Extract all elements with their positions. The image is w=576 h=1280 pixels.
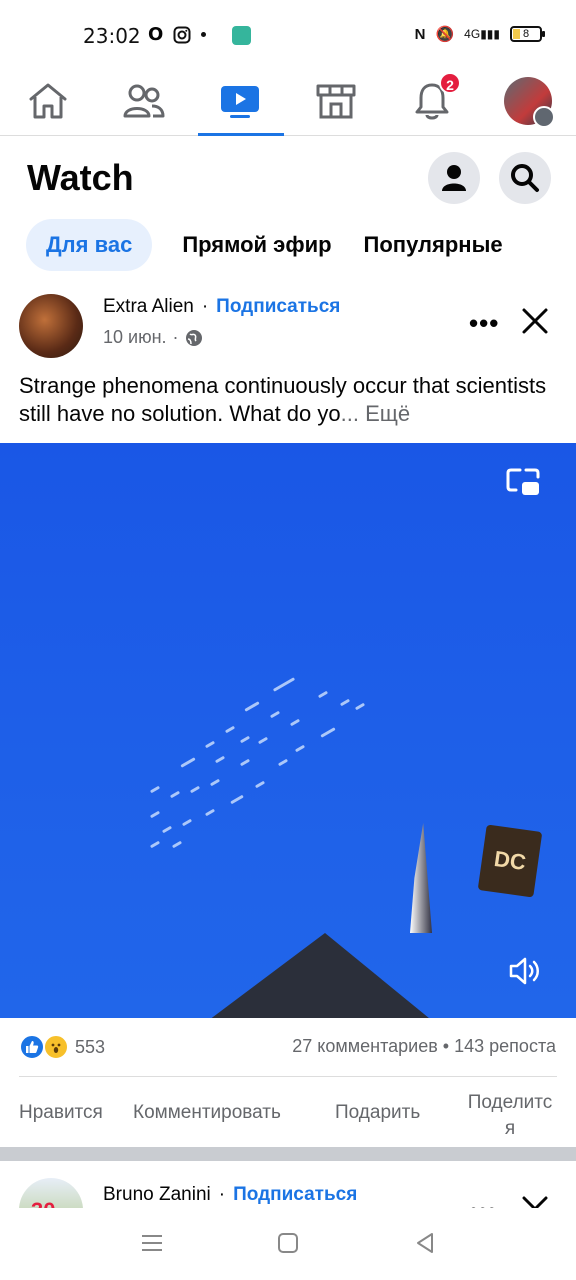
tab-live[interactable]: Прямой эфир	[182, 219, 331, 271]
channel-watermark: DC	[477, 824, 543, 898]
back-icon[interactable]	[410, 1228, 440, 1258]
nav-watch[interactable]	[195, 66, 285, 136]
post-text-body: Strange phenomena continuously occur tha…	[19, 373, 547, 426]
post-separator	[0, 1147, 576, 1161]
shares-count[interactable]: 143 репоста	[454, 1036, 556, 1056]
roof-silhouette	[205, 933, 435, 1018]
globe-icon	[185, 329, 202, 346]
share-label-line2: я	[504, 1118, 516, 1139]
nav-notifications[interactable]: 2	[387, 66, 477, 136]
tab-for-you[interactable]: Для вас	[26, 219, 153, 271]
recent-apps-icon[interactable]	[137, 1228, 167, 1258]
nfc-icon: N	[414, 25, 426, 43]
comment-button[interactable]: Комментировать	[133, 1102, 281, 1124]
gift-button[interactable]: Подарить	[335, 1102, 420, 1124]
top-nav: 2	[0, 66, 576, 136]
search-button[interactable]	[499, 152, 551, 204]
sky-lights	[0, 443, 576, 1018]
like-button[interactable]: Нравится	[19, 1102, 103, 1124]
comments-count[interactable]: 27 комментариев	[292, 1036, 438, 1056]
nav-home[interactable]	[3, 66, 93, 136]
page-title: Watch	[27, 157, 134, 198]
video-player[interactable]: DC	[0, 443, 576, 1018]
post-meta: 10 июн. ·	[103, 327, 203, 348]
battery-level: 8	[522, 28, 530, 40]
app-notification-icon	[232, 26, 251, 45]
friends-icon	[123, 84, 165, 118]
system-nav-bar	[0, 1208, 576, 1280]
next-post-author-name[interactable]: Bruno Zanini	[103, 1184, 211, 1206]
instagram-icon	[173, 26, 191, 43]
share-label-line1: Поделитс	[467, 1092, 553, 1113]
engagement-counts: 27 комментариев • 143 репоста	[292, 1036, 556, 1057]
like-reaction-icon	[19, 1034, 45, 1060]
close-icon[interactable]	[520, 306, 550, 336]
mute-icon: 🔕	[435, 26, 455, 43]
signal-icon: 4G▮▮▮	[464, 27, 500, 41]
person-icon	[442, 165, 466, 191]
subscribe-link[interactable]: Подписаться	[216, 296, 340, 318]
post-author-row: Extra Alien · Подписаться	[103, 296, 340, 318]
author-separator: ·	[201, 296, 209, 317]
home-button-icon[interactable]	[273, 1228, 303, 1258]
picture-in-picture-icon[interactable]	[506, 467, 540, 497]
network-type: 4G	[464, 27, 481, 41]
opera-icon: O	[148, 24, 164, 45]
post-author-name[interactable]: Extra Alien	[103, 296, 194, 318]
status-bar: 23:02 O N 🔕 4G▮▮▮ 8	[0, 0, 576, 72]
status-notification-icons: O	[148, 24, 207, 45]
video-icon	[221, 86, 259, 118]
next-author-separator: ·	[218, 1184, 226, 1205]
dot-separator-icon	[201, 32, 207, 37]
wow-reaction-icon	[43, 1034, 69, 1060]
hamburger-icon	[533, 106, 555, 128]
share-button[interactable]: Поделитс я	[455, 1090, 565, 1142]
watch-tabs: Для вас Прямой эфир Популярные	[26, 219, 503, 271]
next-post-author-row: Bruno Zanini · Подписаться	[103, 1184, 357, 1206]
nav-marketplace[interactable]	[291, 66, 381, 136]
post-date[interactable]: 10 июн.	[103, 327, 167, 348]
home-icon	[29, 83, 67, 119]
post-text: Strange phenomena continuously occur tha…	[19, 372, 559, 428]
nav-friends[interactable]	[99, 66, 189, 136]
nav-menu[interactable]	[483, 66, 573, 136]
reactions-count: 553	[75, 1036, 106, 1057]
reactions-summary[interactable]: 553	[19, 1034, 105, 1060]
counts-separator: •	[442, 1036, 450, 1056]
actions-divider	[19, 1076, 557, 1077]
search-icon	[511, 164, 539, 192]
battery-icon: 8	[510, 26, 545, 42]
next-subscribe-link[interactable]: Подписаться	[233, 1184, 357, 1206]
notification-badge: 2	[439, 72, 461, 94]
avatar-menu-icon	[504, 77, 555, 128]
volume-icon[interactable]	[508, 955, 542, 987]
status-time: 23:02	[83, 24, 141, 48]
store-icon	[316, 84, 356, 119]
see-more-link[interactable]: Ещё	[365, 401, 410, 426]
post-options-icon[interactable]: •••	[469, 308, 499, 339]
tab-popular[interactable]: Популярные	[364, 219, 503, 271]
meta-separator: ·	[172, 327, 179, 347]
profile-button[interactable]	[428, 152, 480, 204]
post-text-ellipsis: ...	[340, 401, 359, 426]
status-right-icons: N 🔕 4G▮▮▮ 8	[414, 25, 545, 43]
post-author-avatar[interactable]	[19, 294, 83, 358]
